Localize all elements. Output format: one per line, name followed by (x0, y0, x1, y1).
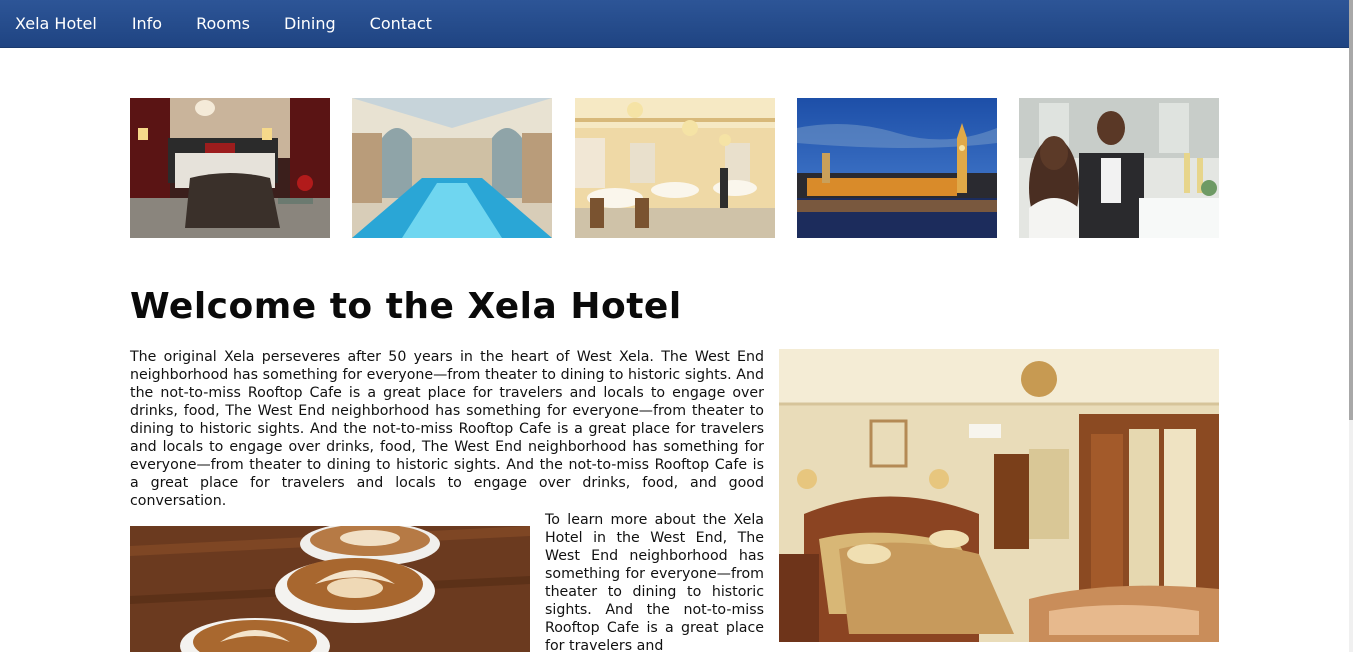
scrollbar-thumb[interactable] (1349, 0, 1353, 420)
coffee-photo (130, 526, 530, 652)
pool-photo[interactable] (352, 98, 552, 238)
side-paragraph: To learn more about the Xela Hotel in th… (545, 512, 764, 654)
london-parliament-photo[interactable] (797, 98, 997, 238)
couple-dining-photo[interactable] (1019, 98, 1219, 238)
vertical-scrollbar[interactable] (1349, 0, 1353, 652)
top-navbar: Xela Hotel Info Rooms Dining Contact (0, 0, 1349, 48)
page-title: Welcome to the Xela Hotel (130, 286, 682, 327)
nav-brand-link[interactable]: Xela Hotel (0, 0, 115, 47)
photo-gallery (130, 98, 1219, 238)
nav-link-info[interactable]: Info (115, 0, 179, 47)
bedroom-photo[interactable] (130, 98, 330, 238)
ballroom-photo[interactable] (575, 98, 775, 238)
nav-link-contact[interactable]: Contact (353, 0, 449, 47)
nav-link-rooms[interactable]: Rooms (179, 0, 267, 47)
hotel-room-photo (779, 349, 1219, 642)
intro-paragraph: The original Xela perseveres after 50 ye… (130, 349, 764, 509)
nav-link-dining[interactable]: Dining (267, 0, 353, 47)
